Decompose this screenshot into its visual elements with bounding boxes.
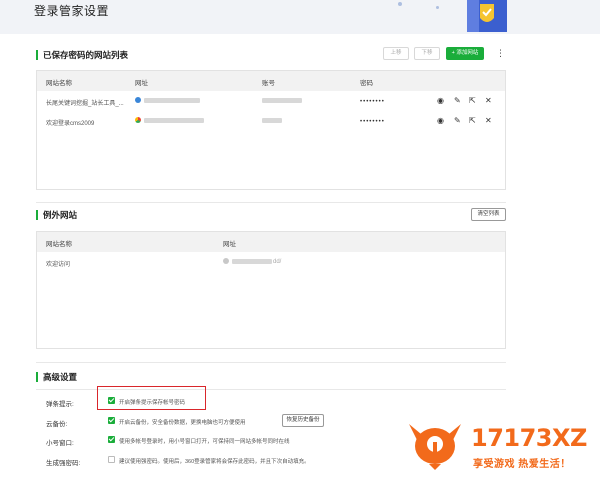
table-row[interactable]: 长尾关键词挖掘_站长工具_... •••••••• ◉ ✎ ⇱ ✕ bbox=[37, 92, 505, 112]
table-row[interactable]: 欢迎访问 dd/ bbox=[37, 253, 505, 273]
site-globe-icon bbox=[135, 97, 141, 103]
more-options-icon[interactable]: ⋮ bbox=[496, 49, 505, 58]
exceptions-table: 网站名称 网址 欢迎访问 dd/ bbox=[36, 231, 506, 349]
setting-text-strong-password: 建议使用强密码。使用后，360登录管家将会保存此密码，并且下次自动填充。 bbox=[119, 459, 310, 465]
setting-label-cloud-backup: 云备份: bbox=[46, 421, 68, 428]
small-window-checkbox[interactable] bbox=[108, 436, 115, 443]
column-header: 网址 bbox=[135, 80, 148, 87]
open-site-icon[interactable]: ⇱ bbox=[469, 96, 476, 106]
table-header: 网站名称 网址 bbox=[37, 232, 505, 252]
table-header: 网站名称 网址 账号 密码 bbox=[37, 71, 505, 91]
site-globe-icon bbox=[223, 258, 229, 264]
column-header: 网址 bbox=[223, 241, 236, 248]
url-redacted bbox=[144, 97, 200, 103]
watermark-brand: 17173XZ bbox=[471, 424, 587, 452]
watermark: 17173XZ 享受游戏 热爱生活！ bbox=[403, 420, 593, 472]
site-url bbox=[135, 97, 200, 104]
view-password-icon[interactable]: ◉ bbox=[437, 116, 444, 126]
watermark-slogan: 享受游戏 热爱生活！ bbox=[473, 459, 571, 470]
cloud-backup-checkbox[interactable] bbox=[108, 417, 115, 424]
watermark-logo-icon bbox=[409, 424, 461, 470]
column-header: 网站名称 bbox=[46, 80, 72, 87]
site-name: 欢迎登录cms2009 bbox=[46, 121, 95, 127]
setting-label-small-window: 小号窗口: bbox=[46, 440, 74, 447]
move-up-button[interactable]: 上移 bbox=[383, 47, 409, 60]
top-bar: 登录管家设置 bbox=[0, 0, 600, 34]
setting-text-cloud-backup: 开启云备份，安全备份数据，更换电脑也可方便使用 bbox=[119, 420, 246, 426]
section-divider bbox=[36, 362, 506, 363]
advanced-title: 高级设置 bbox=[36, 372, 77, 382]
column-header: 账号 bbox=[262, 80, 275, 87]
section-divider bbox=[36, 202, 506, 203]
delete-icon[interactable]: ✕ bbox=[485, 116, 492, 126]
highlight-box bbox=[97, 386, 206, 410]
setting-label-strong-password: 生成强密码: bbox=[46, 460, 81, 467]
strong-password-checkbox[interactable] bbox=[108, 456, 115, 463]
site-name: 欢迎访问 bbox=[46, 262, 71, 268]
site-url bbox=[135, 117, 204, 124]
clear-list-button[interactable]: 清空列表 bbox=[471, 208, 506, 221]
edit-icon[interactable]: ✎ bbox=[454, 116, 461, 126]
account-redacted bbox=[262, 118, 282, 124]
password-masked: •••••••• bbox=[360, 99, 385, 105]
site-url: dd/ bbox=[223, 258, 281, 265]
exceptions-title: 例外网站 bbox=[36, 210, 77, 220]
view-password-icon[interactable]: ◉ bbox=[437, 96, 444, 106]
saved-sites-title: 已保存密码的网站列表 bbox=[36, 50, 128, 60]
restore-backup-button[interactable]: 恢复历史备份 bbox=[282, 414, 324, 427]
page-title: 登录管家设置 bbox=[34, 4, 110, 18]
open-site-icon[interactable]: ⇱ bbox=[469, 116, 476, 126]
decor-dot bbox=[398, 2, 402, 6]
decor-dot bbox=[436, 6, 439, 9]
saved-sites-table: 网站名称 网址 账号 密码 长尾关键词挖掘_站长工具_... •••••••• … bbox=[36, 70, 506, 190]
delete-icon[interactable]: ✕ bbox=[485, 96, 492, 106]
site-chrome-icon bbox=[135, 117, 141, 123]
password-masked: •••••••• bbox=[360, 119, 385, 125]
setting-label-popup: 弹条提示: bbox=[46, 401, 74, 408]
add-site-button[interactable]: + 添加网站 bbox=[446, 47, 484, 60]
edit-icon[interactable]: ✎ bbox=[454, 96, 461, 106]
column-header: 密码 bbox=[360, 80, 373, 87]
url-redacted bbox=[232, 258, 272, 264]
lock-shield-icon bbox=[467, 0, 507, 32]
site-name: 长尾关键词挖掘_站长工具_... bbox=[46, 101, 124, 107]
table-row[interactable]: 欢迎登录cms2009 •••••••• ◉ ✎ ⇱ ✕ bbox=[37, 112, 505, 132]
column-header: 网站名称 bbox=[46, 241, 72, 248]
url-suffix: dd/ bbox=[273, 258, 282, 265]
url-redacted bbox=[144, 117, 204, 123]
setting-text-small-window: 使用多帐号登录时，用小号窗口打开，可保持同一网站多帐号同时在线 bbox=[119, 439, 290, 445]
move-down-button[interactable]: 下移 bbox=[414, 47, 440, 60]
account-redacted bbox=[262, 98, 302, 104]
